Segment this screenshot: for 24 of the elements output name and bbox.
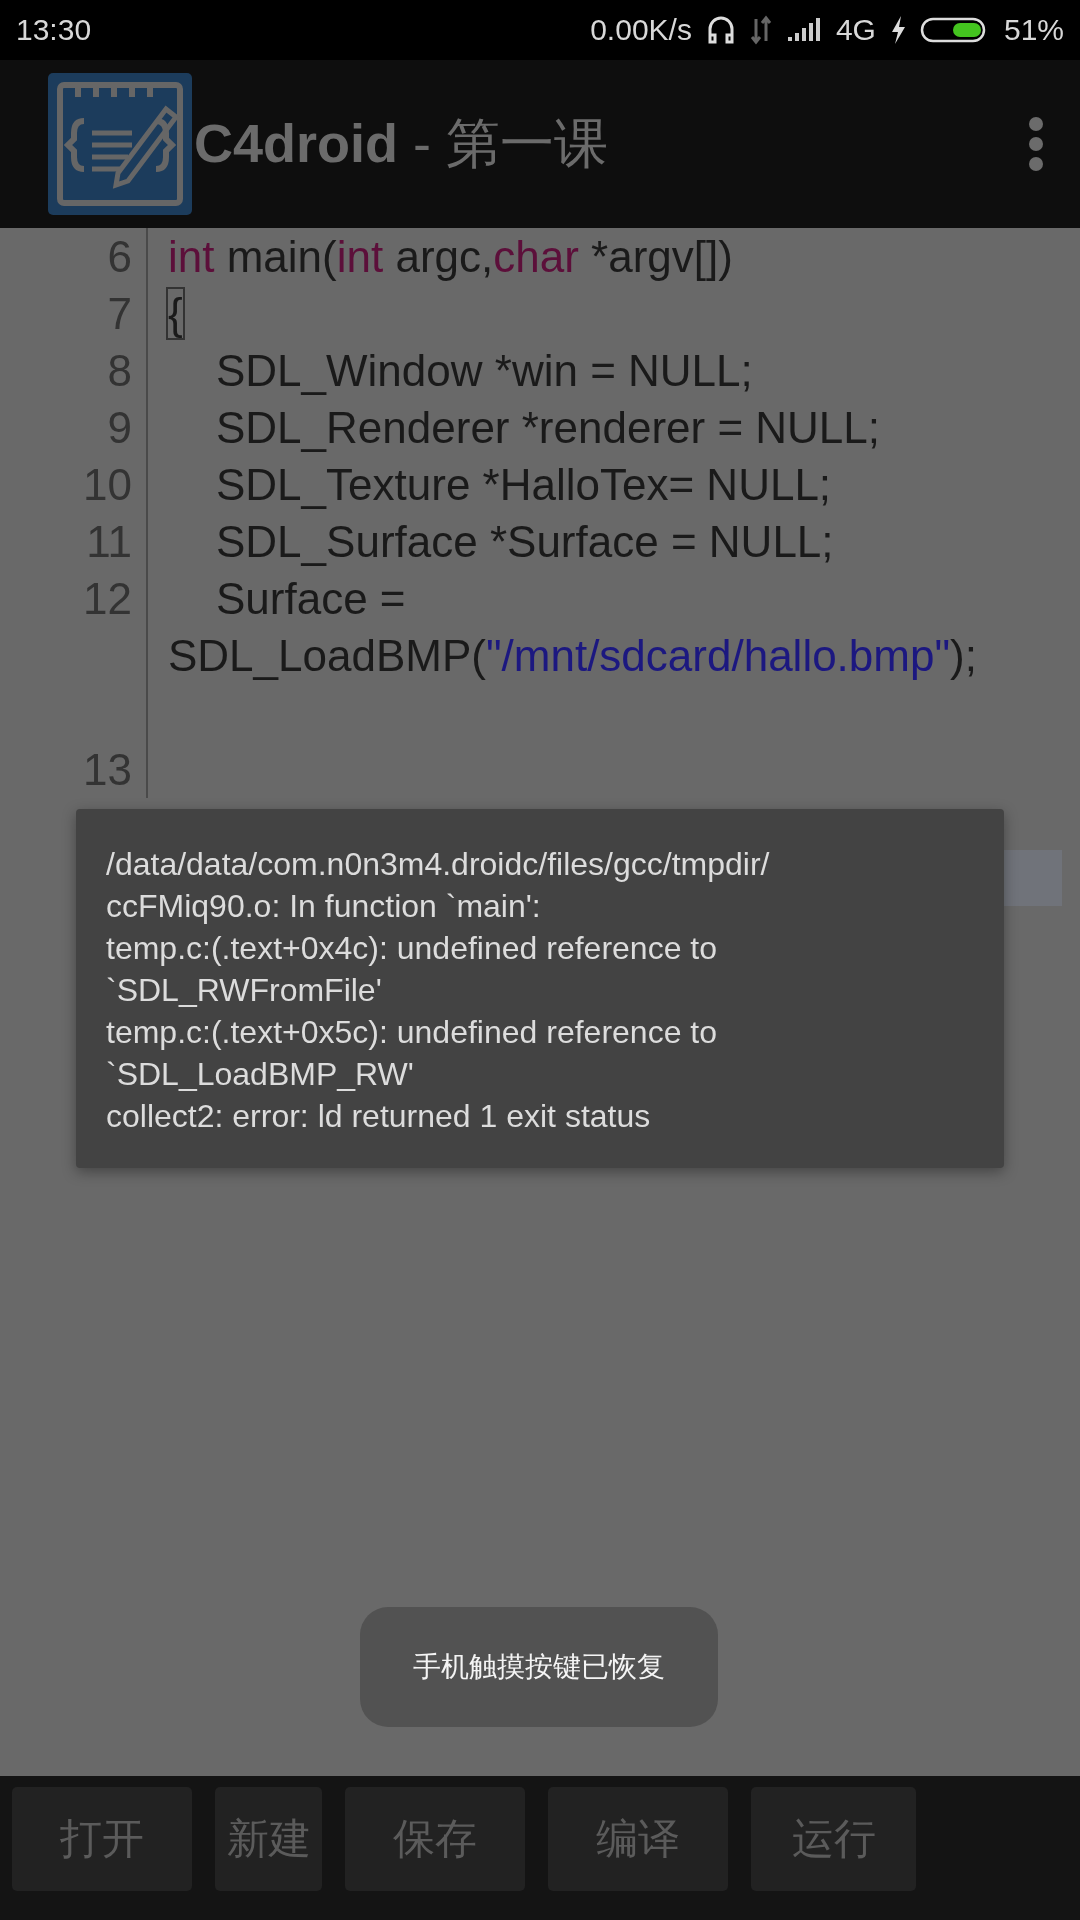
data-arrows-icon [749,15,772,45]
network-speed: 0.00K/s [590,13,692,47]
toast-message: 手机触摸按键已恢复 [360,1607,718,1727]
charging-icon [889,15,906,45]
menu-icon[interactable] [1028,116,1044,172]
toolbar-button[interactable]: 保存 [345,1787,525,1891]
toolbar-button[interactable]: 新建 [215,1787,322,1891]
network-type: 4G [835,13,876,47]
battery-percent: 51% [1003,13,1064,47]
toolbar-button[interactable]: 运行 [751,1787,916,1891]
error-message: /data/data/com.n0n3m4.droidc/files/gcc/tmpdir/ ccFMiq90.o: In function `main': temp.c:(.text+0x4c): undefined reference to `SDL_RWFromFile' temp.c:(.text+0x5c): undefined reference to `SDL_LoadBMP_RW' collect2: error: ld returned 1 exit status [76,809,1004,1168]
code-line: SDL_Renderer *renderer = NULL; [215,402,882,454]
code-line: int main(int argc,char *argv[]) [167,231,734,283]
current-line-highlight [1004,850,1062,906]
code-line: { [167,288,184,340]
clock: 13:30 [16,13,92,47]
toolbar-button[interactable]: 打开 [12,1787,192,1891]
app-title: C4droid - 第一课 [194,111,608,175]
code-line: SDL_Surface *Surface = NULL; [215,516,835,568]
code-line: SDL_Texture *HalloTex= NULL; [215,459,833,511]
signal-icon [785,17,822,43]
code-line: SDL_Window *win = NULL; [215,345,754,397]
code-line: Surface = SDL_LoadBMP("/mnt/sdcard/hallo.bmp"); [167,573,978,682]
toolbar-button[interactable]: 编译 [548,1787,728,1891]
